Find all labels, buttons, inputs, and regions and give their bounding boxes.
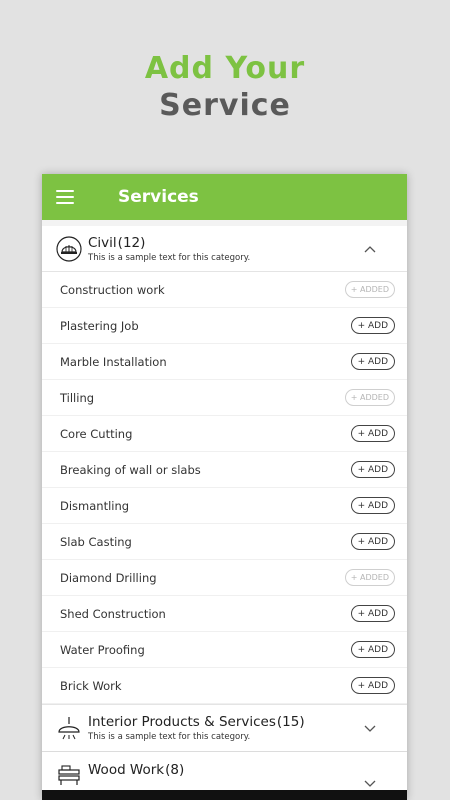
category-header-wood-work[interactable]: Wood Work (8)	[42, 752, 407, 792]
service-name: Slab Casting	[60, 534, 132, 549]
promo-heading-line2: Service	[159, 88, 291, 123]
button-label: + ADDED	[350, 285, 389, 294]
category-subtitle: This is a sample text for this category.	[88, 252, 251, 263]
helmet-icon	[56, 235, 82, 262]
category-header-interior[interactable]: Interior Products & Services (15) This is…	[42, 704, 407, 752]
service-row: Water Proofing + ADD	[42, 632, 407, 668]
category-title: Wood Work	[88, 762, 165, 778]
category-count: (15)	[276, 714, 305, 730]
service-name: Core Cutting	[60, 426, 133, 441]
service-row: Marble Installation + ADD	[42, 344, 407, 380]
button-label: + ADD	[357, 500, 388, 511]
service-name: Tilling	[60, 390, 95, 405]
button-label: + ADD	[357, 320, 388, 331]
ceiling-lamp-icon	[58, 717, 80, 740]
service-row: Shed Construction + ADD	[42, 596, 407, 632]
service-list: Construction work + ADDED Plastering Job + …	[42, 272, 407, 704]
add-button[interactable]: + ADD	[350, 317, 395, 334]
navigation-bar	[42, 790, 407, 800]
menu-icon[interactable]	[56, 190, 74, 204]
category-title: Interior Products & Services	[88, 714, 276, 730]
service-row: Diamond Drilling + ADDED	[42, 560, 407, 596]
button-label: + ADD	[357, 680, 388, 691]
added-button[interactable]: + ADDED	[344, 281, 395, 298]
service-name: Brick Work	[60, 678, 122, 693]
add-button[interactable]: + ADD	[350, 461, 395, 478]
button-label: + ADD	[357, 644, 388, 655]
service-row: Tilling + ADDED	[42, 380, 407, 416]
sawmill-icon	[58, 765, 80, 785]
service-name: Diamond Drilling	[60, 570, 157, 585]
button-label: + ADD	[357, 356, 388, 367]
category-title: Civil	[88, 234, 117, 251]
button-label: + ADDED	[350, 573, 389, 582]
app-bar: Services	[42, 174, 407, 220]
add-button[interactable]: + ADD	[350, 641, 395, 658]
chevron-down-icon[interactable]	[363, 723, 377, 733]
service-row: Dismantling + ADD	[42, 488, 407, 524]
service-name: Marble Installation	[60, 354, 167, 369]
service-row: Plastering Job + ADD	[42, 308, 407, 344]
category-count: (8)	[165, 762, 185, 778]
service-row: Slab Casting + ADD	[42, 524, 407, 560]
service-name: Breaking of wall or slabs	[60, 462, 201, 477]
service-name: Dismantling	[60, 498, 130, 513]
service-row: Brick Work + ADD	[42, 668, 407, 704]
button-label: + ADD	[357, 428, 388, 439]
add-button[interactable]: + ADD	[350, 353, 395, 370]
button-label: + ADDED	[350, 393, 389, 402]
page-title: Services	[118, 187, 199, 207]
button-label: + ADD	[357, 536, 388, 547]
service-name: Construction work	[60, 282, 165, 297]
category-subtitle: This is a sample text for this category.	[88, 732, 251, 742]
service-row: Breaking of wall or slabs + ADD	[42, 452, 407, 488]
add-button[interactable]: + ADD	[350, 425, 395, 442]
button-label: + ADD	[357, 608, 388, 619]
category-count: (12)	[117, 234, 146, 251]
add-button[interactable]: + ADD	[350, 605, 395, 622]
add-button[interactable]: + ADD	[350, 533, 395, 550]
service-name: Shed Construction	[60, 606, 166, 621]
service-name: Water Proofing	[60, 642, 145, 657]
category-header-civil[interactable]: Civil (12) This is a sample text for this…	[42, 226, 407, 272]
promo-heading: Add Your Service	[0, 50, 450, 124]
add-button[interactable]: + ADD	[350, 497, 395, 514]
added-button[interactable]: + ADDED	[344, 389, 395, 406]
add-button[interactable]: + ADD	[350, 677, 395, 694]
chevron-down-icon[interactable]	[363, 778, 377, 788]
button-label: + ADD	[357, 464, 388, 475]
phone-screen: Services Civil (12) This is a sample text…	[42, 174, 407, 800]
added-button[interactable]: + ADDED	[344, 569, 395, 586]
service-row: Construction work + ADDED	[42, 272, 407, 308]
service-row: Core Cutting + ADD	[42, 416, 407, 452]
service-name: Plastering Job	[60, 318, 139, 333]
chevron-up-icon[interactable]	[363, 244, 377, 254]
promo-heading-line1: Add Your	[144, 51, 306, 86]
